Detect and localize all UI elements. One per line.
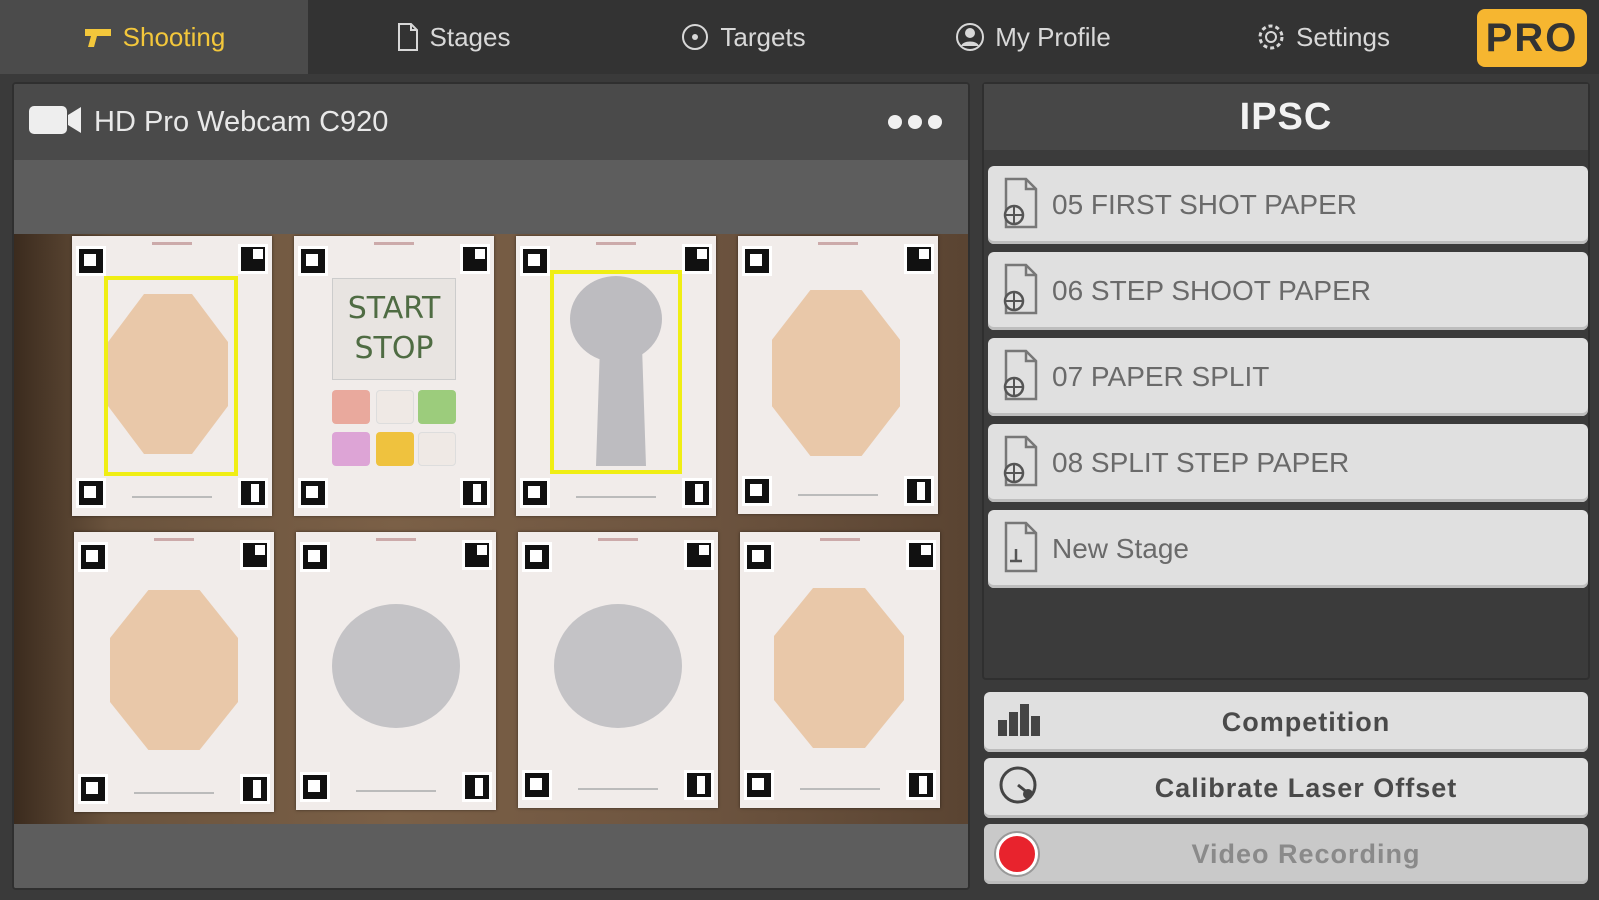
tab-label: My Profile: [995, 21, 1111, 52]
pink-target-button: [332, 390, 370, 424]
target-sheet: [516, 236, 716, 516]
stage-label: 08 SPLIT STEP PAPER: [1052, 447, 1350, 478]
tab-stages[interactable]: Stages: [308, 0, 598, 74]
target-sheet: [740, 532, 940, 808]
start-stop-card: START STOP: [332, 278, 456, 380]
pro-badge[interactable]: PRO: [1477, 9, 1587, 67]
green-target-button: [418, 390, 456, 424]
stage-item[interactable]: 07 PAPER SPLIT: [988, 338, 1588, 416]
camera-header: HD Pro Webcam C920: [14, 84, 968, 160]
calibrate-label: Calibrate Laser Offset: [1154, 772, 1458, 803]
competition-button[interactable]: Competition: [984, 692, 1588, 752]
yellow-target-button: [376, 432, 414, 466]
video-camera-icon: [28, 103, 82, 142]
circle-target: [332, 604, 460, 728]
circle-target: [554, 604, 682, 728]
video-recording-button[interactable]: Video Recording: [984, 824, 1588, 884]
top-navigation: Shooting Stages Targets My Profile Setti…: [0, 0, 1599, 74]
stage-label: New Stage: [1052, 533, 1189, 564]
octagon-target: [772, 290, 900, 456]
tab-shooting[interactable]: Shooting: [0, 0, 308, 74]
camera-feed[interactable]: START STOP: [14, 234, 968, 826]
stage-label: 05 FIRST SHOT PAPER: [1052, 189, 1357, 220]
octagon-target: [774, 588, 904, 748]
competition-label: Competition: [1221, 706, 1391, 737]
new-stage-item[interactable]: New Stage: [988, 510, 1588, 588]
stage-item[interactable]: 08 SPLIT STEP PAPER: [988, 424, 1588, 502]
stage-file-icon: [1000, 349, 1040, 406]
tab-label: Targets: [720, 21, 806, 52]
calibrate-laser-button[interactable]: Calibrate Laser Offset: [984, 758, 1588, 818]
target-icon: [680, 22, 710, 52]
magenta-target-button: [332, 432, 370, 466]
tab-label: Stages: [429, 21, 511, 52]
camera-toolbar-strip: [14, 160, 968, 234]
target-sheet: [518, 532, 718, 808]
start-label: START: [347, 291, 441, 326]
stages-panel: IPSC 05 FIRST SHOT PAPER 06 STEP SHOOT P…: [982, 82, 1590, 680]
selection-box: [550, 270, 682, 474]
document-icon: [396, 22, 420, 52]
tab-targets[interactable]: Targets: [598, 0, 888, 74]
tab-my-profile[interactable]: My Profile: [888, 0, 1178, 74]
octagon-target: [110, 590, 238, 750]
gun-icon: [83, 25, 113, 49]
stage-item[interactable]: 05 FIRST SHOT PAPER: [988, 166, 1588, 244]
video-recording-label: Video Recording: [1191, 838, 1421, 869]
target-sheet: [296, 532, 496, 810]
selection-box: [104, 276, 238, 476]
gear-icon: [1256, 22, 1286, 52]
more-dots-icon[interactable]: [888, 115, 942, 129]
stage-file-icon: [1000, 177, 1040, 234]
profile-icon: [955, 22, 985, 52]
target-sheet: [72, 236, 272, 516]
target-sheet: [738, 236, 938, 514]
stop-label: STOP: [354, 331, 434, 366]
camera-bottom-bar: [14, 824, 968, 888]
stage-label: 07 PAPER SPLIT: [1052, 361, 1270, 392]
camera-panel: HD Pro Webcam C920 START STOP: [12, 82, 970, 890]
stage-file-icon: [1000, 435, 1040, 492]
stage-item[interactable]: 06 STEP SHOOT PAPER: [988, 252, 1588, 330]
stage-file-icon: [1000, 263, 1040, 320]
new-stage-icon: [1000, 521, 1040, 578]
info-target-button: [418, 432, 456, 466]
stages-panel-title: IPSC: [984, 84, 1588, 150]
tab-settings[interactable]: Settings: [1178, 0, 1468, 74]
stage-label: 06 STEP SHOOT PAPER: [1052, 275, 1372, 306]
start-stop-sheet: START STOP: [294, 236, 494, 516]
camera-title: HD Pro Webcam C920: [94, 105, 389, 138]
white-target-button: [376, 390, 414, 424]
tab-label: Shooting: [122, 21, 226, 52]
tab-label: Settings: [1296, 21, 1390, 52]
target-sheet: [74, 532, 274, 812]
